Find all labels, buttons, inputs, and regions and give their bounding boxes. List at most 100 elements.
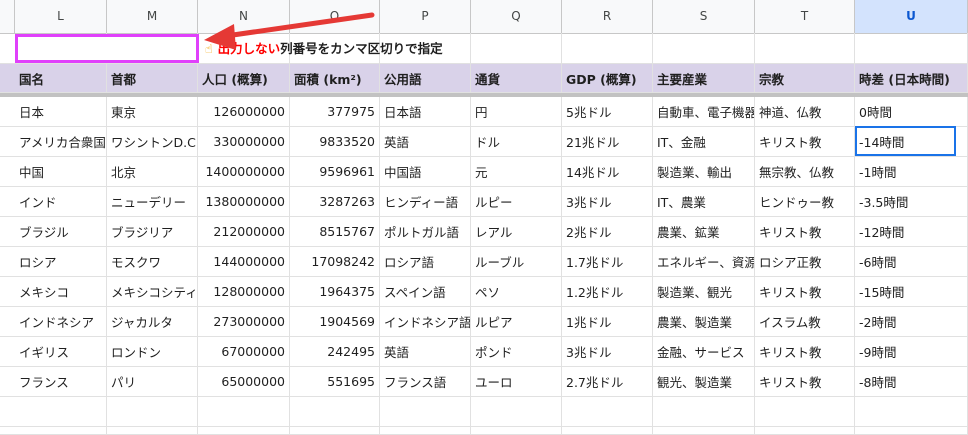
- table-cell[interactable]: 元: [471, 157, 562, 186]
- table-cell[interactable]: ユーロ: [471, 367, 562, 396]
- table-cell[interactable]: ポンド: [471, 337, 562, 366]
- table-cell[interactable]: 英語: [380, 337, 471, 366]
- table-cell[interactable]: 1400000000: [198, 157, 290, 186]
- empty-cell[interactable]: [380, 397, 471, 426]
- column-header-l[interactable]: L: [15, 0, 107, 33]
- table-cell[interactable]: 126000000: [198, 97, 290, 126]
- table-cell[interactable]: 14兆ドル: [562, 157, 653, 186]
- table-cell[interactable]: ワシントンD.C.: [107, 127, 198, 156]
- table-cell[interactable]: -1時間: [855, 157, 968, 186]
- header-cell[interactable]: 時差 (日本時間): [855, 64, 968, 92]
- table-cell[interactable]: ブラジリア: [107, 217, 198, 246]
- table-cell[interactable]: ルーブル: [471, 247, 562, 276]
- empty-cell[interactable]: [653, 427, 755, 434]
- table-cell[interactable]: ペソ: [471, 277, 562, 306]
- table-cell[interactable]: インドネシア語: [380, 307, 471, 336]
- table-cell[interactable]: 65000000: [198, 367, 290, 396]
- table-cell[interactable]: 1兆ドル: [562, 307, 653, 336]
- empty-cell[interactable]: [562, 397, 653, 426]
- table-cell[interactable]: 日本語: [380, 97, 471, 126]
- table-cell[interactable]: ニューデリー: [107, 187, 198, 216]
- empty-cell[interactable]: [471, 397, 562, 426]
- column-header-m[interactable]: M: [107, 0, 198, 33]
- table-cell[interactable]: キリスト教: [755, 367, 855, 396]
- table-cell[interactable]: ジャカルタ: [107, 307, 198, 336]
- empty-cell[interactable]: [855, 427, 968, 434]
- table-cell[interactable]: 9833520: [290, 127, 380, 156]
- table-cell[interactable]: ヒンディー語: [380, 187, 471, 216]
- table-cell[interactable]: 67000000: [198, 337, 290, 366]
- table-cell[interactable]: 2兆ドル: [562, 217, 653, 246]
- table-cell[interactable]: 観光、製造業: [653, 367, 755, 396]
- header-cell[interactable]: 主要産業: [653, 64, 755, 92]
- header-cell[interactable]: 面積 (km²): [290, 64, 380, 92]
- table-cell[interactable]: 中国: [15, 157, 107, 186]
- table-cell[interactable]: 8515767: [290, 217, 380, 246]
- table-cell[interactable]: 自動車、電子機器: [653, 97, 755, 126]
- table-cell[interactable]: フランス語: [380, 367, 471, 396]
- empty-cell[interactable]: [562, 33, 653, 63]
- empty-cell[interactable]: [290, 427, 380, 434]
- table-cell[interactable]: 英語: [380, 127, 471, 156]
- empty-cell[interactable]: [755, 33, 855, 63]
- table-cell[interactable]: ブラジル: [15, 217, 107, 246]
- header-cell[interactable]: 宗教: [755, 64, 855, 92]
- table-cell[interactable]: 東京: [107, 97, 198, 126]
- table-cell[interactable]: 1904569: [290, 307, 380, 336]
- table-cell[interactable]: 21兆ドル: [562, 127, 653, 156]
- empty-cell[interactable]: [755, 427, 855, 434]
- table-cell[interactable]: パリ: [107, 367, 198, 396]
- table-cell[interactable]: ロシア: [15, 247, 107, 276]
- table-cell[interactable]: ドル: [471, 127, 562, 156]
- table-cell[interactable]: インド: [15, 187, 107, 216]
- table-cell[interactable]: 3兆ドル: [562, 187, 653, 216]
- table-cell[interactable]: ロンドン: [107, 337, 198, 366]
- header-cell[interactable]: GDP (概算): [562, 64, 653, 92]
- selected-cell-outline[interactable]: [855, 126, 956, 156]
- table-cell[interactable]: 円: [471, 97, 562, 126]
- column-header-o[interactable]: O: [290, 0, 380, 33]
- header-cell[interactable]: 首都: [107, 64, 198, 92]
- table-cell[interactable]: イスラム教: [755, 307, 855, 336]
- empty-cell[interactable]: [107, 427, 198, 434]
- header-cell[interactable]: 通貨: [471, 64, 562, 92]
- table-cell[interactable]: アメリカ合衆国: [15, 127, 107, 156]
- column-header-q[interactable]: Q: [471, 0, 562, 33]
- empty-cell[interactable]: [855, 33, 968, 63]
- table-cell[interactable]: 242495: [290, 337, 380, 366]
- table-cell[interactable]: ロシア正教: [755, 247, 855, 276]
- table-cell[interactable]: 1380000000: [198, 187, 290, 216]
- empty-cell[interactable]: [471, 427, 562, 434]
- table-cell[interactable]: 1964375: [290, 277, 380, 306]
- table-cell[interactable]: メキシコシティ: [107, 277, 198, 306]
- table-cell[interactable]: 製造業、輸出: [653, 157, 755, 186]
- table-cell[interactable]: ルピア: [471, 307, 562, 336]
- corner-cell[interactable]: [0, 0, 15, 33]
- table-cell[interactable]: キリスト教: [755, 277, 855, 306]
- table-cell[interactable]: 128000000: [198, 277, 290, 306]
- table-cell[interactable]: インドネシア: [15, 307, 107, 336]
- table-cell[interactable]: 金融、サービス: [653, 337, 755, 366]
- table-cell[interactable]: -15時間: [855, 277, 968, 306]
- table-cell[interactable]: 3287263: [290, 187, 380, 216]
- table-cell[interactable]: キリスト教: [755, 127, 855, 156]
- table-cell[interactable]: -3.5時間: [855, 187, 968, 216]
- empty-cell[interactable]: [380, 427, 471, 434]
- table-cell[interactable]: 144000000: [198, 247, 290, 276]
- header-cell[interactable]: 人口 (概算): [198, 64, 290, 92]
- empty-cell[interactable]: [198, 397, 290, 426]
- table-cell[interactable]: -2時間: [855, 307, 968, 336]
- table-cell[interactable]: メキシコ: [15, 277, 107, 306]
- table-cell[interactable]: 551695: [290, 367, 380, 396]
- table-cell[interactable]: 北京: [107, 157, 198, 186]
- empty-cell[interactable]: [107, 397, 198, 426]
- empty-cell[interactable]: [855, 397, 968, 426]
- table-cell[interactable]: -12時間: [855, 217, 968, 246]
- table-cell[interactable]: モスクワ: [107, 247, 198, 276]
- table-cell[interactable]: IT、金融: [653, 127, 755, 156]
- table-cell[interactable]: 1.2兆ドル: [562, 277, 653, 306]
- empty-cell[interactable]: [15, 427, 107, 434]
- table-cell[interactable]: 273000000: [198, 307, 290, 336]
- table-cell[interactable]: スペイン語: [380, 277, 471, 306]
- table-cell[interactable]: 中国語: [380, 157, 471, 186]
